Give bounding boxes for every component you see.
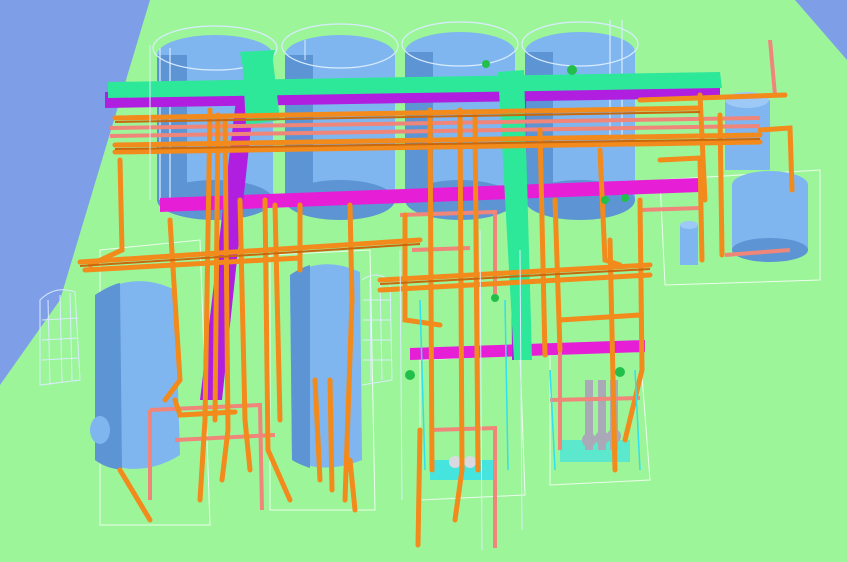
plant-3d-viewport[interactable] xyxy=(0,0,847,562)
piping-model-scene xyxy=(0,0,847,562)
